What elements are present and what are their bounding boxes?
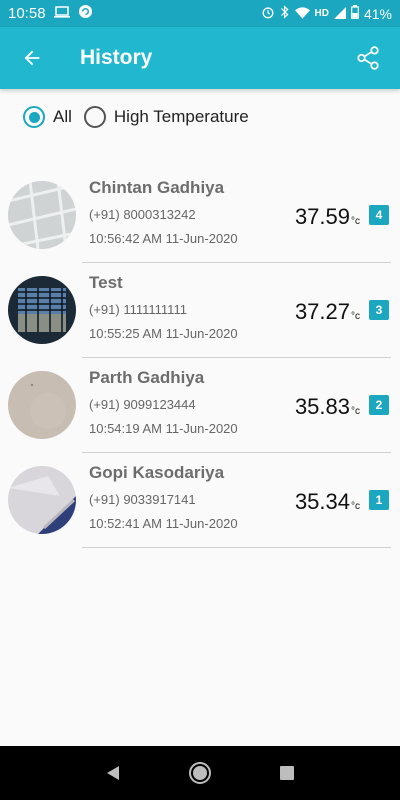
nav-home-button[interactable]	[184, 757, 216, 789]
contact-phone: (+91) 9033917141	[89, 492, 196, 507]
wifi-icon	[294, 6, 310, 22]
temperature-value: 35.34	[294, 489, 350, 514]
filter-all-option[interactable]: All	[23, 106, 72, 128]
record-count-badge: 2	[369, 395, 389, 415]
list-item[interactable]: Gopi Kasodariya (+91) 9033917141 10:52:4…	[0, 453, 400, 548]
status-time: 10:58	[8, 5, 46, 22]
radio-all[interactable]	[23, 106, 45, 128]
temperature-value: 37.59	[294, 204, 350, 229]
share-button[interactable]	[352, 42, 384, 74]
contact-name: Parth Gadhiya	[89, 368, 205, 387]
nav-back-button[interactable]	[97, 757, 129, 789]
divider	[82, 547, 391, 548]
list-item[interactable]: Chintan Gadhiya (+91) 8000313242 10:56:4…	[0, 168, 400, 263]
history-list: Chintan Gadhiya (+91) 8000313242 10:56:4…	[0, 168, 400, 548]
avatar	[8, 181, 76, 249]
radio-high-temperature[interactable]	[83, 106, 106, 128]
battery-icon	[351, 5, 359, 22]
alarm-icon	[261, 5, 275, 22]
status-bar: 10:58 HD 41%	[0, 0, 400, 27]
system-navigation-bar	[0, 746, 400, 800]
temperature-unit: °c	[351, 216, 360, 227]
contact-name: Gopi Kasodariya	[89, 463, 225, 482]
list-item[interactable]: Test (+91) 1111111111 10:55:25 AM 11-Jun…	[0, 263, 400, 358]
record-timestamp: 10:52:41 AM 11-Jun-2020	[89, 516, 238, 531]
radio-high-temperature-label: High Temperature	[113, 107, 249, 126]
record-count-badge: 1	[369, 490, 389, 510]
bluetooth-icon	[280, 5, 290, 22]
network-type-label: HD	[314, 8, 329, 19]
temperature-unit: °c	[351, 311, 360, 322]
triangle-back-icon	[107, 766, 120, 780]
circle-home-icon	[188, 762, 211, 784]
temperature-reading: 35.83 °c	[295, 394, 360, 420]
battery-percent: 41%	[363, 5, 392, 22]
square-recents-icon	[279, 766, 294, 780]
list-item[interactable]: Parth Gadhiya (+91) 9099123444 10:54:19 …	[0, 358, 400, 453]
sync-icon	[78, 4, 93, 23]
avatar	[8, 371, 76, 439]
arrow-left-icon	[24, 50, 40, 66]
record-count-badge: 3	[369, 300, 389, 320]
temperature-value: 35.83	[294, 394, 350, 419]
contact-name: Chintan Gadhiya	[89, 178, 225, 197]
contact-name: Test	[89, 273, 123, 292]
temperature-unit: °c	[351, 406, 360, 417]
temperature-value: 37.27	[294, 299, 350, 324]
back-button[interactable]	[16, 42, 48, 74]
page-title: History	[80, 46, 153, 69]
contact-phone: (+91) 9099123444	[89, 397, 196, 412]
temperature-reading: 37.59 °c	[295, 204, 360, 230]
filter-high-temperature-option[interactable]: High Temperature	[83, 106, 249, 128]
temperature-unit: °c	[351, 501, 360, 512]
contact-phone: (+91) 1111111111	[89, 302, 187, 317]
temperature-reading: 37.27 °c	[295, 299, 360, 325]
nav-recents-button[interactable]	[271, 757, 303, 789]
contact-phone: (+91) 8000313242	[89, 207, 196, 222]
signal-icon	[333, 6, 346, 22]
radio-all-label: All	[53, 107, 72, 126]
filter-radio-group: All High Temperature	[23, 106, 261, 128]
avatar	[8, 276, 76, 344]
laptop-icon	[53, 5, 70, 22]
record-timestamp: 10:56:42 AM 11-Jun-2020	[89, 231, 238, 246]
record-timestamp: 10:54:19 AM 11-Jun-2020	[89, 421, 238, 436]
temperature-reading: 35.34 °c	[295, 489, 360, 515]
share-icon	[357, 46, 379, 70]
record-count-badge: 4	[369, 205, 389, 225]
avatar	[8, 466, 76, 534]
record-timestamp: 10:55:25 AM 11-Jun-2020	[89, 326, 238, 341]
app-bar: History	[0, 27, 400, 89]
